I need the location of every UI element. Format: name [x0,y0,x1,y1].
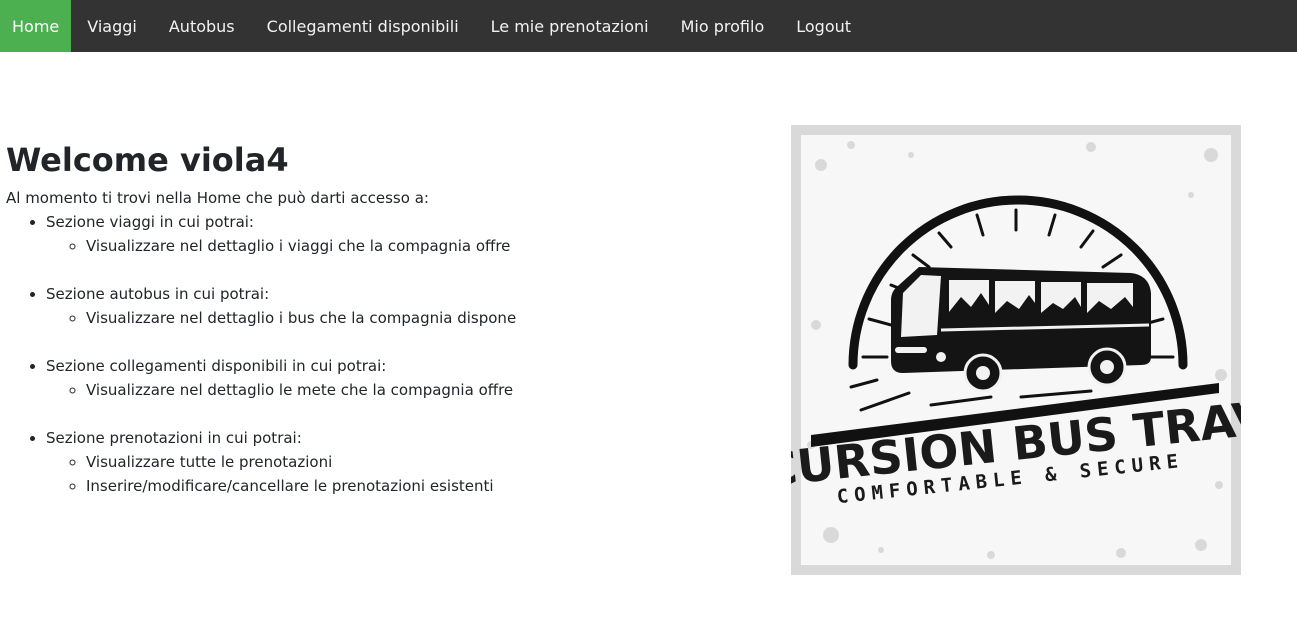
top-navigation: Home Viaggi Autobus Collegamenti disponi… [0,0,1297,52]
section-autobus: Sezione autobus in cui potrai: Visualizz… [46,282,706,330]
main-content: Welcome viola4 Al momento ti trovi nella… [6,140,706,498]
section-subitem: Visualizzare nel dettaglio i bus che la … [86,306,706,330]
sections-list: Sezione viaggi in cui potrai: Visualizza… [6,210,706,498]
section-sublist: Visualizzare nel dettaglio i bus che la … [46,306,706,330]
section-subitem: Inserire/modificare/cancellare le prenot… [86,474,706,498]
section-subitem: Visualizzare nel dettaglio le mete che l… [86,378,706,402]
nav-prenotazioni[interactable]: Le mie prenotazioni [475,0,665,52]
section-sublist: Visualizzare tutte le prenotazioni Inser… [46,450,706,498]
section-viaggi: Sezione viaggi in cui potrai: Visualizza… [46,210,706,258]
nav-profilo[interactable]: Mio profilo [665,0,781,52]
nav-logout[interactable]: Logout [780,0,867,52]
bus-icon: EXCURSION BUS TRAVEL COMFORTABLE & SECUR… [791,135,1241,565]
nav-collegamenti[interactable]: Collegamenti disponibili [251,0,475,52]
section-sublist: Visualizzare nel dettaglio le mete che l… [46,378,706,402]
excursion-bus-logo: EXCURSION BUS TRAVEL COMFORTABLE & SECUR… [791,125,1241,575]
section-label: Sezione collegamenti disponibili in cui … [46,357,387,375]
nav-home[interactable]: Home [0,0,72,52]
section-label: Sezione autobus in cui potrai: [46,285,270,303]
intro-text: Al momento ti trovi nella Home che può d… [6,189,429,207]
section-subitem: Visualizzare nel dettaglio i viaggi che … [86,234,706,258]
section-sublist: Visualizzare nel dettaglio i viaggi che … [46,234,706,258]
page-title: Welcome viola4 [6,141,289,179]
section-prenotazioni: Sezione prenotazioni in cui potrai: Visu… [46,426,706,498]
section-collegamenti: Sezione collegamenti disponibili in cui … [46,354,706,402]
section-subitem: Visualizzare tutte le prenotazioni [86,450,706,474]
nav-autobus[interactable]: Autobus [153,0,251,52]
nav-viaggi[interactable]: Viaggi [71,0,153,52]
section-label: Sezione prenotazioni in cui potrai: [46,429,302,447]
section-label: Sezione viaggi in cui potrai: [46,213,254,231]
